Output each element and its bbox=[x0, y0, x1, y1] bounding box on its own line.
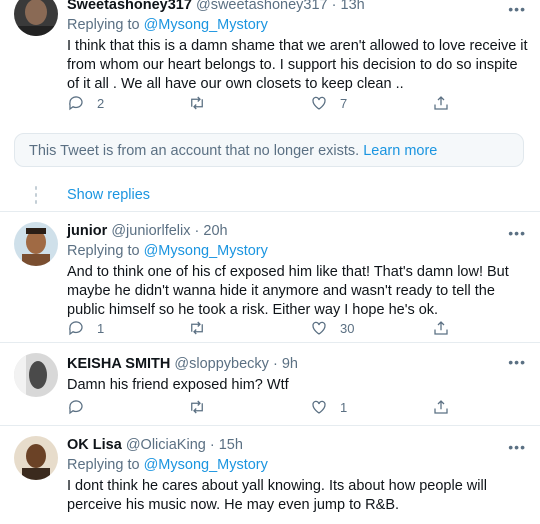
reply-icon bbox=[69, 400, 83, 415]
timestamp[interactable]: 20h bbox=[203, 223, 227, 239]
like-count: 7 bbox=[340, 95, 348, 111]
reply-count: 2 bbox=[97, 95, 105, 111]
tweet-ok-lisa[interactable]: OK Lisa @OliciaKing · 15h Replying to @M… bbox=[0, 426, 540, 524]
replying-to: Replying to @Mysong_Mystory bbox=[67, 15, 528, 35]
user-handle[interactable]: @sweetashoney317 bbox=[196, 0, 328, 13]
replying-label: Replying to bbox=[67, 17, 140, 33]
like-count: 1 bbox=[340, 399, 348, 415]
retweet-icon bbox=[191, 321, 203, 335]
tweet-header: OK Lisa @OliciaKing · 15h bbox=[67, 436, 528, 455]
replying-label: Replying to bbox=[67, 457, 140, 473]
share-icon bbox=[434, 96, 448, 110]
more-horizontal-icon[interactable]: ••• bbox=[508, 440, 526, 454]
retweet-button[interactable] bbox=[188, 398, 218, 416]
avatar[interactable] bbox=[14, 0, 58, 36]
retweet-button[interactable] bbox=[188, 319, 218, 337]
share-button[interactable] bbox=[432, 94, 450, 112]
reply-button[interactable]: 1 bbox=[67, 319, 104, 337]
more-horizontal-icon[interactable]: ••• bbox=[508, 226, 526, 240]
tweet-keisha-smith[interactable]: KEISHA SMITH @sloppybecky · 9h Damn his … bbox=[0, 343, 540, 425]
display-name[interactable]: junior bbox=[67, 223, 107, 239]
display-name[interactable]: Sweetashoney317 bbox=[67, 0, 192, 13]
like-count: 30 bbox=[340, 320, 355, 336]
reply-icon bbox=[69, 96, 83, 111]
display-name[interactable]: KEISHA SMITH bbox=[67, 356, 170, 372]
tweet-header: KEISHA SMITH @sloppybecky · 9h bbox=[67, 355, 528, 374]
separator-dot: · bbox=[194, 223, 200, 239]
tweet-header: junior @juniorlfelix · 20h bbox=[67, 222, 528, 241]
share-button[interactable] bbox=[432, 319, 450, 337]
reply-icon bbox=[69, 321, 83, 336]
user-handle[interactable]: @juniorlfelix bbox=[111, 223, 190, 239]
heart-icon bbox=[312, 400, 326, 414]
user-handle[interactable]: @OliciaKing bbox=[126, 437, 206, 453]
timestamp[interactable]: 13h bbox=[341, 0, 365, 13]
replying-to: Replying to @Mysong_Mystory bbox=[67, 241, 528, 261]
replying-label: Replying to bbox=[67, 243, 140, 259]
timestamp[interactable]: 9h bbox=[282, 356, 298, 372]
heart-icon bbox=[312, 321, 326, 335]
learn-more-link[interactable]: Learn more bbox=[363, 143, 437, 159]
unavailable-tweet-notice: This Tweet is from an account that no lo… bbox=[14, 133, 524, 167]
avatar[interactable] bbox=[14, 222, 58, 266]
thread-connector bbox=[35, 186, 37, 207]
replying-to-link[interactable]: @Mysong_Mystory bbox=[144, 457, 268, 473]
share-button[interactable] bbox=[432, 398, 450, 416]
tweet-sweetashoney317[interactable]: Sweetashoney317 @sweetashoney317 · 13h R… bbox=[0, 0, 540, 120]
like-button[interactable]: 7 bbox=[310, 94, 347, 112]
tweet-text: I think that this is a damn shame that w… bbox=[67, 38, 528, 92]
avatar[interactable] bbox=[14, 353, 58, 397]
share-icon bbox=[434, 400, 448, 414]
replying-to-link[interactable]: @Mysong_Mystory bbox=[144, 17, 268, 33]
unavailable-notice-text: This Tweet is from an account that no lo… bbox=[29, 143, 360, 159]
heart-icon bbox=[312, 96, 326, 110]
reply-button[interactable]: 2 bbox=[67, 94, 104, 112]
share-icon bbox=[434, 321, 448, 335]
separator-dot: · bbox=[331, 0, 337, 13]
tweet-actions: 1 30 bbox=[0, 319, 448, 339]
like-button[interactable]: 1 bbox=[310, 398, 347, 416]
user-handle[interactable]: @sloppybecky bbox=[174, 356, 269, 372]
separator-dot: · bbox=[272, 356, 278, 372]
tweet-actions: 2 7 bbox=[0, 94, 448, 114]
reply-button[interactable] bbox=[67, 398, 97, 416]
avatar[interactable] bbox=[14, 436, 58, 480]
replying-to: Replying to @Mysong_Mystory bbox=[67, 455, 528, 475]
show-replies-link[interactable]: Show replies bbox=[67, 187, 150, 203]
tweet-header: Sweetashoney317 @sweetashoney317 · 13h bbox=[67, 0, 528, 15]
replying-to-link[interactable]: @Mysong_Mystory bbox=[144, 243, 268, 259]
retweet-icon bbox=[191, 96, 203, 110]
tweet-text: I dont think he cares about yall knowing… bbox=[67, 478, 487, 513]
display-name[interactable]: OK Lisa bbox=[67, 437, 122, 453]
timestamp[interactable]: 15h bbox=[219, 437, 243, 453]
retweet-button[interactable] bbox=[188, 94, 218, 112]
more-horizontal-icon[interactable]: ••• bbox=[508, 355, 526, 369]
reply-count: 1 bbox=[97, 320, 105, 336]
more-horizontal-icon[interactable]: ••• bbox=[508, 2, 526, 16]
like-button[interactable]: 30 bbox=[310, 319, 354, 337]
separator-dot: · bbox=[209, 437, 215, 453]
tweet-junior[interactable]: junior @juniorlfelix · 20h Replying to @… bbox=[0, 212, 540, 342]
tweet-text: Damn his friend exposed him? Wtf bbox=[67, 377, 289, 393]
tweet-actions: 1 bbox=[0, 398, 448, 418]
retweet-icon bbox=[191, 400, 203, 414]
tweet-text: And to think one of his cf exposed him l… bbox=[67, 264, 509, 318]
